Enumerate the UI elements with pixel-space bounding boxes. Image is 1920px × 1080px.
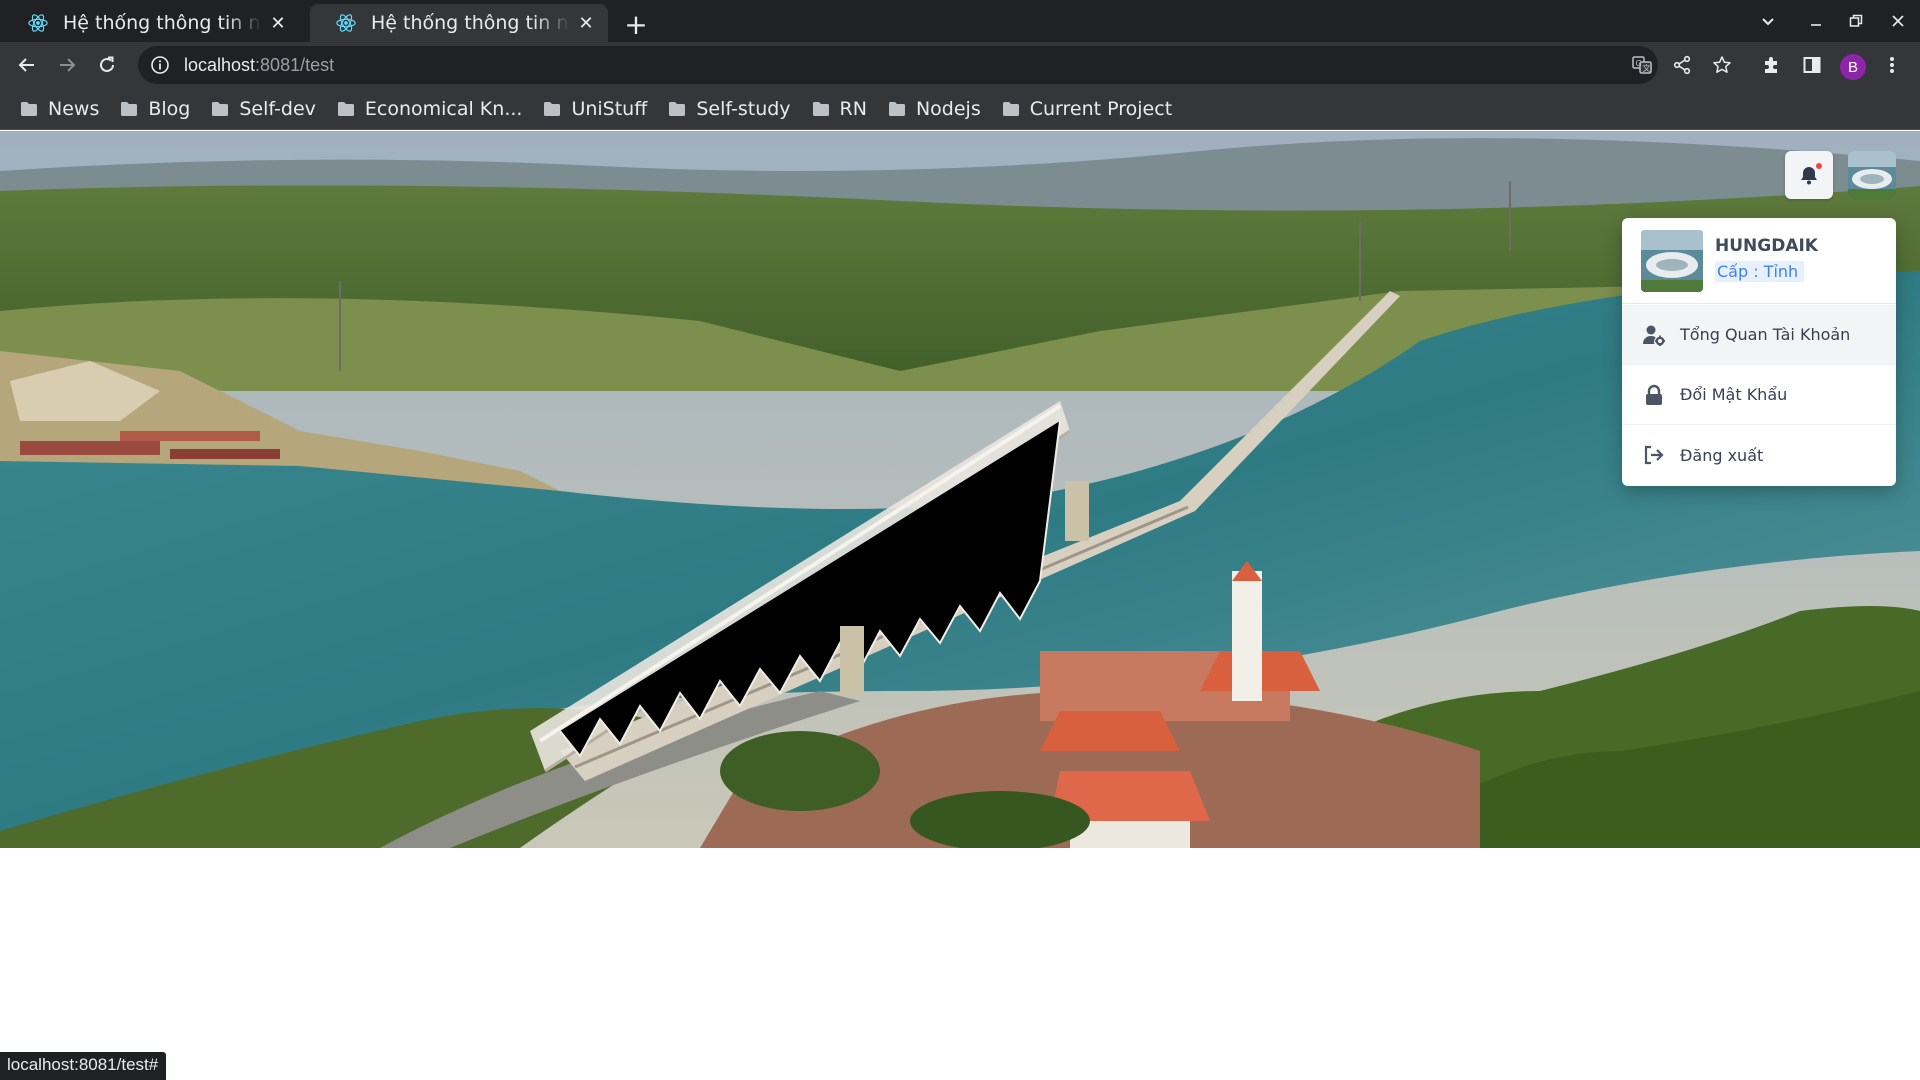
folder-icon [212,101,229,116]
bookmark-label: Economical Kn... [364,97,523,120]
bookmark-folder[interactable]: News [18,93,109,125]
svg-text:G: G [1636,59,1642,68]
menu-item-logout[interactable]: Đăng xuất [1622,425,1896,485]
browser-menu-icon[interactable] [1876,49,1908,81]
browser-tab-active[interactable]: Hệ thống thông tin nguồn ✕ [310,4,608,42]
url-text[interactable]: localhost:8081/test [184,55,334,76]
bookmark-label: Self-study [696,97,791,120]
bookmark-folder[interactable]: Nodejs [886,93,991,125]
url-host: localhost [184,54,256,75]
page-content: HUNGDAIK Cấp : Tỉnh Tổng Quan Tài Khoản … [0,131,1920,1080]
new-tab-button[interactable]: + [620,8,652,41]
react-icon [28,14,48,32]
bookmark-folder[interactable]: Blog [118,93,200,125]
logout-icon [1642,443,1666,467]
browser-toolbar: localhost:8081/test G文 [0,42,1920,88]
back-arrow-icon[interactable] [11,49,43,81]
tab-search-icon[interactable] [1750,6,1786,36]
close-icon[interactable]: ✕ [576,13,596,34]
bookmarks-bar: News Blog Self-dev Economical Kn... UniStuff… [0,88,1920,130]
status-bar-url: localhost:8081/test# [0,1052,167,1080]
user-name: HUNGDAIK [1715,236,1818,256]
translate-icon[interactable]: G文 [1626,49,1658,81]
restore-icon[interactable] [1838,6,1874,36]
folder-icon [337,101,354,116]
menu-item-change-password[interactable]: Đổi Mật Khẩu [1622,365,1896,425]
browser-tab[interactable]: Hệ thống thông tin nguồn ✕ [2,4,300,42]
bookmark-label: News [48,97,100,120]
user-gear-icon [1642,323,1666,347]
notification-button[interactable] [1785,151,1833,199]
tab-title: Hệ thống thông tin nguồn [371,12,570,34]
user-menu-header: HUNGDAIK Cấp : Tỉnh [1622,218,1896,304]
lock-icon [1642,383,1666,407]
close-icon[interactable]: ✕ [268,13,288,34]
svg-text:文: 文 [1643,63,1651,73]
folder-icon [669,101,686,116]
bookmark-folder[interactable]: Self-study [666,93,800,125]
window-close-icon[interactable] [1880,6,1916,36]
minimize-icon[interactable] [1798,6,1834,36]
bookmark-folder[interactable]: Self-dev [209,93,326,125]
profile-avatar[interactable]: B [1840,54,1866,80]
tab-strip: Hệ thống thông tin nguồn ✕ Hệ thống thôn… [0,0,1920,42]
notification-dot [1816,163,1822,169]
bookmark-folder[interactable]: UniStuff [541,93,657,125]
tab-title: Hệ thống thông tin nguồn [63,12,262,34]
react-icon [336,14,356,32]
bookmark-folder[interactable]: Economical Kn... [335,93,533,125]
reload-icon[interactable] [91,49,123,81]
share-icon[interactable] [1666,49,1698,81]
bookmark-label: RN [839,97,867,120]
user-menu-dropdown: HUNGDAIK Cấp : Tỉnh Tổng Quan Tài Khoản … [1622,218,1896,486]
menu-item-label: Đăng xuất [1680,445,1764,465]
bookmark-label: Blog [148,97,191,120]
bookmark-label: UniStuff [571,97,648,120]
folder-icon [812,101,829,116]
bookmark-folder[interactable]: RN [810,93,877,125]
menu-item-account-overview[interactable]: Tổng Quan Tài Khoản [1622,305,1896,365]
bookmark-label: Current Project [1029,97,1173,120]
info-icon[interactable] [150,55,170,75]
side-panel-icon[interactable] [1796,49,1828,81]
menu-item-label: Tổng Quan Tài Khoản [1680,325,1851,344]
user-avatar-button[interactable] [1848,151,1896,199]
folder-icon [121,101,138,116]
menu-item-label: Đổi Mật Khẩu [1680,385,1788,404]
extensions-icon[interactable] [1756,49,1788,81]
folder-icon [1002,101,1019,116]
url-path: :8081/test [255,54,335,75]
folder-icon [21,101,37,116]
user-level-badge: Cấp : Tỉnh [1715,261,1805,282]
bookmark-label: Self-dev [239,97,316,120]
bookmark-star-icon[interactable] [1706,49,1738,81]
user-profile-picture [1641,230,1703,292]
bookmark-label: Nodejs [915,97,981,120]
folder-icon [888,101,905,116]
forward-arrow-icon[interactable] [51,49,83,81]
address-bar[interactable]: localhost:8081/test [138,46,1658,84]
bookmark-folder[interactable]: Current Project [1000,93,1182,125]
folder-icon [544,101,561,116]
